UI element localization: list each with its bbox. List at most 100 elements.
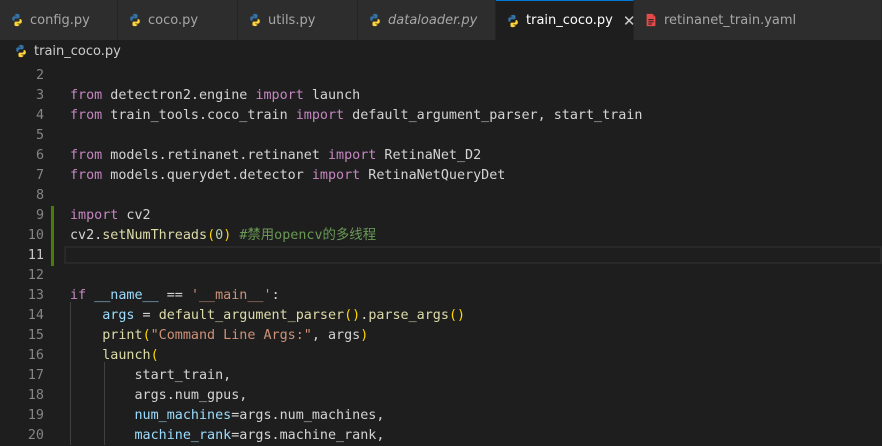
tab-dataloader-py[interactable]: dataloader.py — [358, 0, 496, 40]
line-number: 11 — [27, 248, 44, 263]
code-token: : — [271, 288, 280, 303]
tab-utils-py[interactable]: utils.py — [238, 0, 358, 40]
code-token: RetinaNet_D2 — [376, 148, 482, 163]
code-token: () — [448, 308, 466, 323]
code-token: from — [70, 108, 103, 123]
code-token: launch — [303, 88, 361, 103]
code-token: cv2. — [70, 228, 103, 243]
tab-label: retinanet_train.yaml — [664, 12, 797, 28]
line-number: 14 — [27, 308, 44, 323]
code-token: = — [134, 308, 159, 323]
code-token: cv2 — [118, 208, 151, 223]
code-token: default_argument_parser, start_train — [344, 108, 643, 123]
line-number: 5 — [35, 128, 44, 143]
tab-label: config.py — [30, 12, 90, 28]
code-token: setNumThreads — [102, 228, 208, 243]
code-token: ( — [142, 328, 151, 343]
current-line-highlight — [64, 246, 882, 264]
code-token: train_tools.coco_train — [102, 108, 296, 123]
code-text: from train_tools.coco_train import defau… — [70, 106, 642, 126]
tab-coco-py[interactable]: coco.py — [118, 0, 238, 40]
code-line[interactable]: 12 — [0, 266, 882, 286]
python-icon — [128, 13, 142, 27]
code-token: if — [70, 288, 87, 303]
line-number: 3 — [35, 88, 44, 103]
line-number: 6 — [35, 148, 44, 163]
code-line[interactable]: 17 start_train, — [0, 366, 882, 386]
tab-retinanet-train-yaml[interactable]: retinanet_train.yaml — [634, 0, 882, 40]
code-line[interactable]: 8 — [0, 186, 882, 206]
code-line[interactable]: 3 from detectron2.engine import launch — [0, 86, 882, 106]
code-line[interactable]: 10 cv2.setNumThreads(0) #禁用opencv的多线程 — [0, 226, 882, 246]
code-token: detectron2.engine — [102, 88, 256, 103]
line-number: 16 — [27, 348, 44, 363]
code-token: launch — [102, 348, 151, 363]
code-token: num_machines — [134, 408, 232, 423]
code-line[interactable]: 2 — [0, 66, 882, 86]
line-number: 13 — [27, 288, 44, 303]
code-token: 0 — [215, 228, 224, 243]
code-token: ( — [207, 228, 216, 243]
code-editor[interactable]: 2 3 from detectron2.engine import launch 4 f… — [0, 62, 882, 445]
code-token: ) — [360, 328, 369, 343]
code-token: import — [327, 148, 377, 163]
code-line[interactable]: 6 from models.retinanet.retinanet import … — [0, 146, 882, 166]
code-line[interactable]: 11 — [0, 246, 882, 266]
code-line[interactable]: 7 from models.querydet.detector import Re… — [0, 166, 882, 186]
code-line[interactable]: 14 args = default_argument_parser().pars… — [0, 306, 882, 326]
code-token: from — [70, 88, 103, 103]
line-number: 4 — [35, 108, 44, 123]
python-icon — [14, 44, 28, 58]
code-text: import cv2 — [70, 206, 151, 226]
breadcrumb-file[interactable]: train_coco.py — [34, 44, 121, 59]
code-line[interactable]: 19 num_machines=args.num_machines, — [0, 406, 882, 426]
code-line[interactable]: 15 print("Command Line Args:", args) — [0, 326, 882, 346]
code-token: =args.machine_rank, — [231, 428, 385, 443]
code-text: from models.querydet.detector import Ret… — [70, 166, 505, 186]
code-line[interactable]: 4 from train_tools.coco_train import defa… — [0, 106, 882, 126]
breadcrumb[interactable]: train_coco.py — [0, 40, 882, 62]
tab-config-py[interactable]: config.py — [0, 0, 118, 40]
code-token: __name__ — [94, 288, 159, 303]
code-token: == — [158, 288, 191, 303]
code-text: print("Command Line Args:", args) — [70, 326, 368, 346]
tab-label: utils.py — [268, 12, 316, 28]
code-token: import — [70, 208, 119, 223]
tab-label: dataloader.py — [388, 12, 478, 28]
code-token: from — [70, 148, 103, 163]
line-number: 9 — [35, 208, 44, 223]
code-line[interactable]: 16 launch( — [0, 346, 882, 366]
python-icon — [248, 13, 262, 27]
line-number: 17 — [27, 368, 44, 383]
line-number: 15 — [27, 328, 44, 343]
code-token: args — [102, 308, 135, 323]
python-icon — [10, 13, 24, 27]
tab-label: coco.py — [148, 12, 199, 28]
code-text: args.num_gpus, — [70, 386, 247, 406]
code-token: machine_rank — [134, 428, 232, 443]
code-token: args.num_gpus, — [70, 388, 248, 403]
code-line[interactable]: 13 if __name__ == '__main__': — [0, 286, 882, 306]
code-token: import — [311, 168, 361, 183]
code-line[interactable]: 18 args.num_gpus, — [0, 386, 882, 406]
code-token: RetinaNetQueryDet — [360, 168, 506, 183]
code-line[interactable]: 20 machine_rank=args.machine_rank, — [0, 426, 882, 446]
code-text: start_train, — [70, 366, 231, 386]
line-number: 10 — [27, 228, 44, 243]
code-line[interactable]: 5 — [0, 126, 882, 146]
code-token: import — [255, 88, 304, 103]
code-token: from — [70, 168, 103, 183]
line-number: 7 — [35, 168, 44, 183]
code-text: from models.retinanet.retinanet import R… — [70, 146, 481, 166]
code-line[interactable]: 9 import cv2 — [0, 206, 882, 226]
code-token: models.querydet.detector — [102, 168, 312, 183]
line-number: 2 — [35, 68, 44, 83]
tab-train-coco-py[interactable]: train_coco.py ✕ — [496, 0, 635, 40]
code-token: start_train, — [70, 368, 232, 383]
code-text: from detectron2.engine import launch — [70, 86, 360, 106]
